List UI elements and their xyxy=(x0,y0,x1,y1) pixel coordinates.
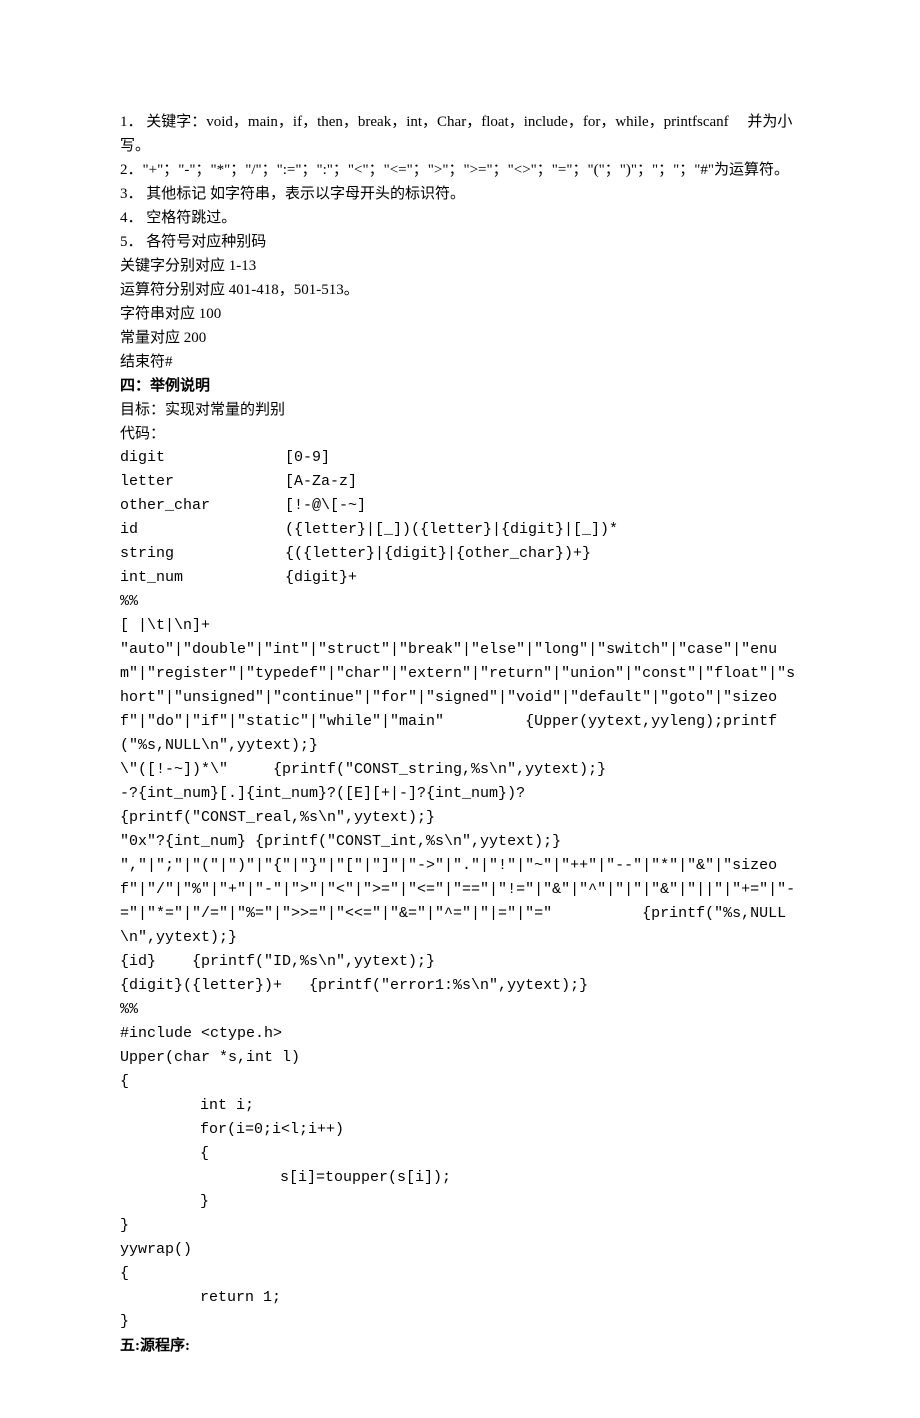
lex-id-rule: {id} {printf("ID,%s\n",yytext);} xyxy=(120,950,800,974)
lex-real-pattern: -?{int_num}[.]{int_num}?([E][+|-]?{int_n… xyxy=(120,782,800,806)
yywrap-decl: yywrap() xyxy=(120,1238,800,1262)
def-int-num: int_num {digit}+ xyxy=(120,566,800,590)
def-digit: digit [0-9] xyxy=(120,446,800,470)
def-other-char: other_char [!-@\[-~] xyxy=(120,494,800,518)
lex-include: #include <ctype.h> xyxy=(120,1022,800,1046)
def-key: int_num xyxy=(120,566,285,590)
item-3: 3． 其他标记 如字符串，表示以字母开头的标识符。 xyxy=(120,182,800,206)
def-key: other_char xyxy=(120,494,285,518)
lex-real-action: {printf("CONST_real,%s\n",yytext);} xyxy=(120,806,800,830)
def-key: string xyxy=(120,542,285,566)
section-4-goal: 目标：实现对常量的判别 xyxy=(120,398,800,422)
item-5: 5． 各符号对应种别码 xyxy=(120,230,800,254)
code-operator: 运算符分别对应 401-418，501-513。 xyxy=(120,278,800,302)
lex-section-end: %% xyxy=(120,998,800,1022)
lex-whitespace: [ |\t|\n]+ xyxy=(120,614,800,638)
brace-close-wrap: } xyxy=(120,1310,800,1334)
brace-open-inner: { xyxy=(120,1142,800,1166)
lex-keywords: "auto"|"double"|"int"|"struct"|"break"|"… xyxy=(120,638,800,758)
lex-section-start: %% xyxy=(120,590,800,614)
brace-close: } xyxy=(120,1214,800,1238)
def-id: id ({letter}|[_])({letter}|{digit}|[_])* xyxy=(120,518,800,542)
def-key: id xyxy=(120,518,285,542)
code-keyword: 关键字分别对应 1-13 xyxy=(120,254,800,278)
def-val: [!-@\[-~] xyxy=(285,494,800,518)
brace-open-wrap: { xyxy=(120,1262,800,1286)
code-string: 字符串对应 100 xyxy=(120,302,800,326)
item-1: 1． 关键字：void，main，if，then，break，int，Char，… xyxy=(120,110,800,158)
section-4-title: 四：举例说明 xyxy=(120,374,800,398)
lex-operators: ","|";"|"("|")"|"{"|"}"|"["|"]"|"->"|"."… xyxy=(120,854,800,950)
def-string: string {({letter}|{digit}|{other_char})+… xyxy=(120,542,800,566)
section-4-codelabel: 代码： xyxy=(120,422,800,446)
item-2: 2．"+"；"-"；"*"；"/"；":="；":"；"<"；"<="；">"；… xyxy=(120,158,800,182)
yywrap-return: return 1; xyxy=(120,1286,800,1310)
def-key: digit xyxy=(120,446,285,470)
lex-string-rule: \"([!-~])*\" {printf("CONST_string,%s\n"… xyxy=(120,758,800,782)
section-5-title: 五:源程序: xyxy=(120,1334,800,1358)
def-val: {({letter}|{digit}|{other_char})+} xyxy=(285,542,800,566)
def-letter: letter [A-Za-z] xyxy=(120,470,800,494)
def-val: {digit}+ xyxy=(285,566,800,590)
def-val: [0-9] xyxy=(285,446,800,470)
lex-int-rule: "0x"?{int_num} {printf("CONST_int,%s\n",… xyxy=(120,830,800,854)
item-4: 4． 空格符跳过。 xyxy=(120,206,800,230)
def-key: letter xyxy=(120,470,285,494)
lex-error-rule: {digit}({letter})+ {printf("error1:%s\n"… xyxy=(120,974,800,998)
brace-close-inner: } xyxy=(120,1190,800,1214)
code-const: 常量对应 200 xyxy=(120,326,800,350)
document-page: 1． 关键字：void，main，if，then，break，int，Char，… xyxy=(0,0,920,1418)
code-end: 结束符# xyxy=(120,350,800,374)
def-val: [A-Za-z] xyxy=(285,470,800,494)
upper-toupper: s[i]=toupper(s[i]); xyxy=(120,1166,800,1190)
upper-for: for(i=0;i<l;i++) xyxy=(120,1118,800,1142)
def-val: ({letter}|[_])({letter}|{digit}|[_])* xyxy=(285,518,800,542)
upper-decl: Upper(char *s,int l) xyxy=(120,1046,800,1070)
upper-int-i: int i; xyxy=(120,1094,800,1118)
brace-open: { xyxy=(120,1070,800,1094)
